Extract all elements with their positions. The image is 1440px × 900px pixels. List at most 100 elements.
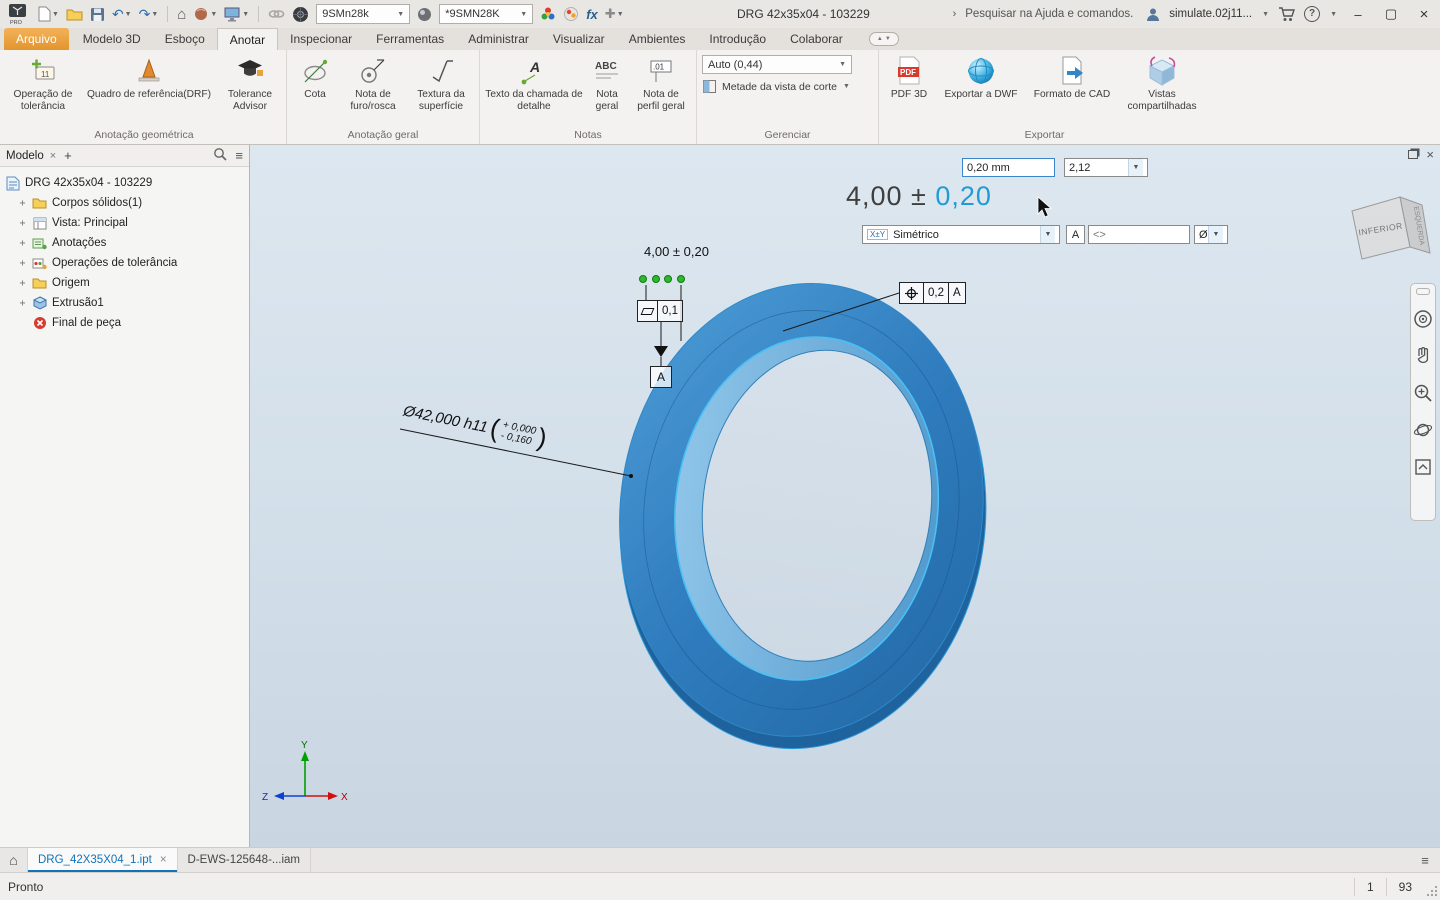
tab-colaborar[interactable]: Colaborar [778,28,855,50]
home-tab-button[interactable]: ⌂ [0,848,28,872]
tolerance-advisor-button[interactable]: Tolerance Advisor [219,51,281,112]
export-dwf-button[interactable]: Exportar a DWF [937,51,1025,101]
search-expander-icon[interactable]: › [953,8,957,20]
doc-tab-close-icon[interactable]: × [160,854,167,866]
graphics-viewport[interactable]: INFERIOR ESQUERDA Y X Z × 0,20 mm 2,12 ▼… [250,145,1440,847]
ratio-dropdown[interactable]: 2,12 ▼ [1064,158,1148,177]
tab-introducao[interactable]: Introdução [697,28,778,50]
expand-icon[interactable]: + [18,218,27,229]
datum-edit-button[interactable]: A [1066,225,1085,244]
user-menu-caret[interactable]: ▼ [1262,11,1269,18]
tab-esboco[interactable]: Esboço [153,28,217,50]
expand-icon[interactable]: + [18,298,27,309]
ring-body[interactable] [593,263,1013,770]
tree-item-anotacoes[interactable]: + Anotações [4,233,247,253]
position-fcf[interactable]: 0,2 A [899,282,966,304]
expand-icon[interactable]: + [18,238,27,249]
zoom-icon[interactable] [1413,383,1433,406]
tab-arquivo[interactable]: Arquivo [4,28,69,50]
minimize-button[interactable]: – [1346,7,1370,22]
selection-grip[interactable] [677,275,685,283]
appearance-swatch-icon[interactable] [417,3,432,25]
material-brush-icon[interactable]: ▼ [193,3,217,25]
tab-administrar[interactable]: Administrar [456,28,541,50]
tree-item-operacoes-tolerancia[interactable]: + Operações de tolerância [4,253,247,273]
tab-anotar[interactable]: Anotar [216,28,279,50]
adjust-ball-icon[interactable] [292,3,309,25]
color-adjust-icon[interactable] [563,3,579,25]
diameter-symbol-caret[interactable]: ▼ [1208,226,1223,243]
cart-icon[interactable] [1278,3,1296,25]
orbit-icon[interactable] [1413,420,1433,443]
half-section-caret[interactable]: ▼ [843,83,850,90]
text-field-input[interactable]: <> [1088,225,1190,244]
expand-icon[interactable]: + [18,198,27,209]
link-icon[interactable] [268,3,285,25]
material-combo[interactable]: 9SMn28k ▼ [316,4,411,24]
resize-grip[interactable] [1424,873,1440,900]
save-button[interactable] [90,3,105,25]
doc-tabs-menu-icon[interactable]: ≡ [1410,848,1440,872]
tree-item-root[interactable]: DRG 42x35x04 - 103229 [4,173,247,193]
tab-ambientes[interactable]: Ambientes [617,28,698,50]
dimension-tolerance-highlight[interactable]: 0,20 [935,181,992,211]
user-account-menu[interactable]: simulate.02j11... [1169,8,1252,20]
help-button[interactable]: ? [1304,6,1321,22]
tab-visualizar[interactable]: Visualizar [541,28,617,50]
help-search-input[interactable]: Pesquisar na Ajuda e comandos. [965,8,1137,20]
browser-search-icon[interactable] [213,147,227,164]
annotation-scale-combo[interactable]: Auto (0,44) ▼ [702,55,852,74]
tab-modelo-3d[interactable]: Modelo 3D [71,28,153,50]
material-brush-caret[interactable]: ▼ [210,11,217,18]
navbar-grip[interactable] [1416,288,1430,295]
color-wheel-icon[interactable] [540,3,556,25]
navigation-wheel-icon[interactable] [1413,309,1433,332]
browser-tab-close-icon[interactable]: × [50,150,56,162]
redo-button[interactable]: ↷ ▼ [139,3,159,25]
undo-caret[interactable]: ▼ [125,11,132,18]
pan-hand-icon[interactable] [1414,346,1432,369]
close-document-icon[interactable]: × [1426,147,1434,162]
selection-grip[interactable] [652,275,660,283]
tree-item-extrusao1[interactable]: + Extrusão1 [4,293,247,313]
tolerance-feature-button[interactable]: 11 Operação de tolerância [7,51,79,112]
cad-format-button[interactable]: Formato de CAD [1028,51,1116,101]
new-file-caret[interactable]: ▼ [52,11,59,18]
ribbon-collapse-button[interactable]: ▲ ▼ [868,32,899,46]
new-file-button[interactable]: ▼ [37,3,59,25]
browser-menu-icon[interactable]: ≡ [235,148,243,163]
display-settings-caret[interactable]: ▼ [242,11,249,18]
doc-tab-inactive[interactable]: D-EWS-125648-...iam [178,848,312,872]
appearance-combo[interactable]: *9SMN28K ▼ [439,4,534,24]
look-at-icon[interactable] [1413,457,1433,480]
annotation-scale-caret[interactable]: ▼ [839,61,846,68]
ratio-dropdown-caret[interactable]: ▼ [1128,159,1143,176]
viewcube[interactable]: INFERIOR ESQUERDA [1351,196,1431,260]
tree-item-final-de-peca[interactable]: Final de peça [4,313,247,333]
expand-icon[interactable]: + [18,278,27,289]
diameter-symbol-button[interactable]: Ø ▼ [1194,225,1228,244]
material-combo-caret[interactable]: ▼ [397,11,404,18]
datum-a-label[interactable]: A [650,366,672,388]
tab-ferramentas[interactable]: Ferramentas [364,28,456,50]
selection-grip[interactable] [639,275,647,283]
hole-thread-note-button[interactable]: Nota de furo/rosca [341,51,405,112]
tolerance-type-dropdown[interactable]: X±Y Simétrico ▼ [862,225,1060,244]
browser-tab-modelo[interactable]: Modelo × [6,150,56,162]
tolerance-value-input[interactable]: 0,20 mm [962,158,1055,177]
doc-tab-active[interactable]: DRG_42X35X04_1.ipt × [28,848,178,872]
open-button[interactable] [66,3,83,25]
tolerance-type-caret[interactable]: ▼ [1040,226,1055,243]
display-settings-icon[interactable]: ▼ [224,3,249,25]
browser-add-tab-button[interactable]: + [64,148,72,163]
restore-document-icon[interactable] [1408,150,1419,159]
add-qat-button[interactable]: ✚ ▼ [605,3,624,25]
general-note-button[interactable]: ABC Nota geral [586,51,628,112]
dimension-edit-text[interactable]: 4,00 ± 0,20 [846,181,992,212]
expand-icon[interactable]: + [18,258,27,269]
tree-item-vista-principal[interactable]: + Vista: Principal [4,213,247,233]
add-qat-caret[interactable]: ▼ [617,11,624,18]
redo-caret[interactable]: ▼ [151,11,158,18]
tree-item-corpos-solidos[interactable]: + Corpos sólidos(1) [4,193,247,213]
help-caret[interactable]: ▼ [1330,11,1337,18]
